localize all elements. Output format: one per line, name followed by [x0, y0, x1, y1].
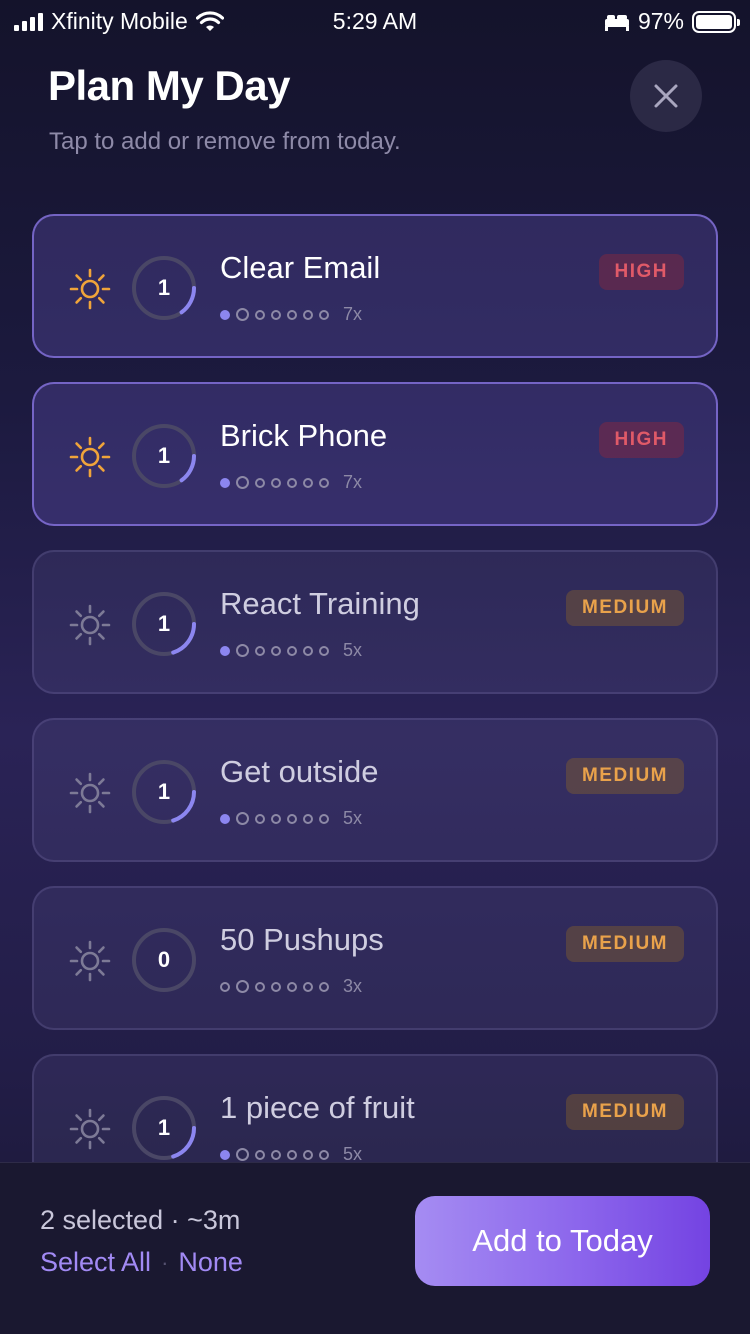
frequency-dot [287, 477, 297, 488]
priority-badge: MEDIUM [565, 926, 684, 962]
page-title: Plan My Day [48, 62, 290, 109]
frequency-dots: 7x [220, 472, 362, 493]
frequency-label: 7x [343, 472, 363, 492]
frequency-dot [236, 1148, 249, 1161]
frequency-dots: 5x [220, 808, 362, 829]
sun-icon [68, 435, 112, 479]
frequency-dot [287, 813, 297, 824]
task-card[interactable]: 1 Get outside 5x MEDIUM [32, 718, 718, 862]
frequency-dots: 3x [220, 976, 362, 997]
sun-icon [68, 939, 112, 983]
select-all-link[interactable]: Select All [40, 1247, 151, 1278]
bed-icon [604, 14, 629, 31]
frequency-dot [271, 1149, 281, 1160]
completion-count: 1 [157, 779, 171, 804]
sun-icon [68, 771, 112, 815]
frequency-dot [287, 645, 297, 656]
frequency-dot [255, 645, 265, 656]
task-name: Get outside [220, 754, 379, 789]
frequency-dot [255, 477, 265, 488]
separator: · [161, 1249, 169, 1275]
frequency-dots: 5x [220, 640, 362, 661]
frequency-dot [220, 309, 230, 320]
completion-count: 1 [157, 275, 171, 300]
task-card[interactable]: 0 50 Pushups 3x MEDIUM [32, 886, 718, 1030]
frequency-dot [271, 477, 281, 488]
frequency-dot [319, 1149, 329, 1160]
frequency-dot [319, 477, 329, 488]
frequency-dot [271, 309, 281, 320]
frequency-dot [220, 813, 230, 824]
frequency-dot [236, 980, 249, 993]
sun-icon [68, 267, 112, 311]
frequency-dot [220, 477, 230, 488]
frequency-dot [271, 645, 281, 656]
frequency-dot [236, 308, 249, 321]
frequency-label: 5x [343, 808, 363, 828]
frequency-dot [287, 1149, 297, 1160]
completion-count: 1 [157, 611, 171, 636]
frequency-dot [319, 309, 329, 320]
battery-icon [692, 10, 740, 33]
frequency-dot [303, 477, 313, 488]
completion-count: 1 [157, 443, 171, 468]
frequency-label: 3x [343, 976, 363, 996]
sun-icon [68, 1107, 112, 1151]
frequency-dot [255, 981, 265, 992]
frequency-dot [236, 476, 249, 489]
close-icon [654, 84, 678, 108]
frequency-label: 7x [343, 304, 363, 324]
sun-icon [68, 603, 112, 647]
frequency-dot [319, 981, 329, 992]
status-bar: Xfinity Mobile 5:29 AM 97% [0, 0, 750, 40]
selection-summary: 2 selected · ~3m [40, 1205, 241, 1235]
frequency-dot [287, 981, 297, 992]
select-links: Select All · None [40, 1247, 243, 1278]
task-card[interactable]: 1 Clear Email 7x HIGH [32, 214, 718, 358]
task-name: React Training [220, 586, 420, 621]
frequency-dot [319, 813, 329, 824]
frequency-dot [220, 1149, 230, 1160]
frequency-label: 5x [343, 640, 363, 660]
priority-badge: MEDIUM [565, 1094, 684, 1130]
task-card[interactable]: 1 Brick Phone 7x HIGH [32, 382, 718, 526]
frequency-dot [271, 981, 281, 992]
frequency-dot [220, 981, 230, 992]
frequency-dot [303, 1149, 313, 1160]
task-name: Brick Phone [220, 418, 388, 453]
bottom-bar: 2 selected · ~3m Select All · None Add t… [0, 1162, 750, 1334]
frequency-dots: 7x [220, 304, 362, 325]
completion-count: 0 [157, 947, 171, 972]
priority-badge: MEDIUM [565, 590, 684, 626]
priority-badge: MEDIUM [565, 758, 684, 794]
priority-badge: HIGH [598, 422, 684, 458]
task-card[interactable]: 1 React Training 5x MEDIUM [32, 550, 718, 694]
task-name: 50 Pushups [220, 922, 384, 957]
completion-count: 1 [157, 1115, 171, 1140]
frequency-dot [303, 645, 313, 656]
frequency-dot [255, 813, 265, 824]
frequency-dot [287, 309, 297, 320]
task-name: Clear Email [220, 250, 381, 285]
close-button[interactable] [630, 60, 702, 132]
frequency-dot [271, 813, 281, 824]
add-to-today-button[interactable]: Add to Today [415, 1196, 710, 1286]
frequency-dot [255, 1149, 265, 1160]
frequency-dot [220, 645, 230, 656]
priority-badge: HIGH [598, 254, 684, 290]
frequency-dot [303, 813, 313, 824]
battery-percent: 97% [637, 8, 684, 34]
frequency-dot [236, 644, 249, 657]
frequency-dot [303, 309, 313, 320]
task-name: 1 piece of fruit [220, 1090, 415, 1125]
page-subtitle: Tap to add or remove from today. [49, 128, 401, 155]
select-none-link[interactable]: None [178, 1247, 243, 1278]
frequency-dot [255, 309, 265, 320]
frequency-dot [319, 645, 329, 656]
frequency-dot [236, 812, 249, 825]
frequency-dot [303, 981, 313, 992]
